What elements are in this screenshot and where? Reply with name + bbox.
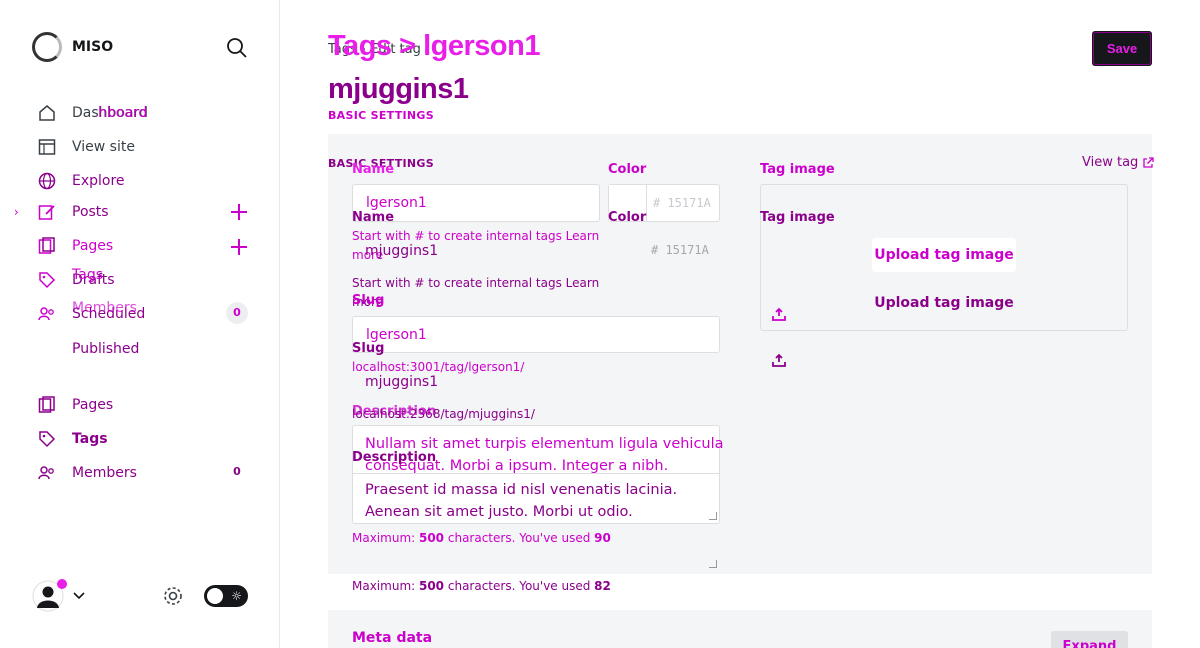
pages-icon [38,396,55,413]
nav-posts-label: Posts [72,204,109,220]
nav-dashboard[interactable]: Dashboard hboard [38,102,148,124]
search-icon[interactable] [226,37,248,59]
meta-data-title: Meta data [352,630,433,646]
globe-icon [38,172,56,190]
upload-tag-image-button-ghost[interactable]: Upload tag image [872,238,1016,272]
upload-icon[interactable] [771,352,787,368]
page-title-ghost: Tags > lgerson1 [328,30,540,62]
members-count-badge: 0 [226,302,248,324]
view-tag-link[interactable]: View tag [1082,155,1154,170]
resize-handle-icon[interactable] [709,560,717,568]
nav-drafts-label: Tags Drafts [72,267,115,288]
browser-icon [38,139,56,155]
description-label: Description [352,450,437,465]
nav-explore-label: Explore [72,173,125,189]
avatar [32,579,67,612]
members-count: 0 [233,465,241,478]
sun-icon: ☼ [231,589,242,603]
color-label: Color [608,210,647,225]
nav-explore[interactable]: Explore [38,170,125,192]
toggle-knob [207,588,223,604]
color-hex[interactable]: # 15171A [651,243,709,257]
nav-drafts[interactable]: Tags Drafts [38,267,115,291]
expand-button[interactable]: Expand [1051,631,1128,648]
tag-icon [39,431,56,448]
notification-dot [57,579,67,589]
brand[interactable]: MISO [32,32,113,62]
external-link-icon [1143,156,1154,168]
chevron-down-icon[interactable] [72,589,86,603]
tag-icon [39,272,56,289]
upload-tag-image-button[interactable]: Upload tag image [872,286,1016,320]
char-count-ghost: Maximum: 500 characters. You've used 90 [352,531,611,545]
slug-input[interactable]: lgerson1 [352,316,720,353]
slug-label: Slug [352,341,385,356]
nav-tags-label: Tags [72,431,108,447]
name-label: Name [352,210,395,225]
description-line1: Praesent id massa id nisl venenatis laci… [365,482,678,498]
nav-pages-ghost-label: Pages [72,238,114,254]
meta-data-panel [328,610,1152,648]
nav-posts[interactable]: Posts [38,201,109,223]
members-icon [38,466,54,480]
nav-members-label: Members [72,465,137,481]
color-hex-ghost[interactable]: # 15171A [653,196,711,210]
edit-icon [38,205,55,220]
section-label-basic-settings: BASIC SETTINGS [328,109,434,122]
nav-dashboard-label: Dashboard hboard [72,105,148,121]
nav-members[interactable]: Members [38,462,137,484]
site-name: MISO [72,39,114,55]
members-icon [38,307,54,321]
page-title: mjuggins1 [328,73,469,105]
name-value[interactable]: mjuggins1 [365,243,438,259]
new-page-plus-icon[interactable] [229,237,249,257]
tag-image-label: Tag image [760,210,835,225]
new-post-plus-icon[interactable] [229,202,249,222]
pages-icon [38,237,55,254]
chevron-right-icon[interactable]: › [14,205,19,219]
tag-image-label-ghost: Tag image [760,162,835,177]
slug-label-ghost: Slug [352,293,385,308]
nav-published[interactable]: Published [72,338,139,360]
nav-view-site[interactable]: View site [38,136,135,158]
nav-view-site-label: View site [72,139,135,155]
char-count: Maximum: 500 characters. You've used 82 [352,579,611,593]
slug-url: localhost:2368/tag/mjuggins1/ [352,407,535,421]
resize-handle-icon[interactable] [709,512,717,520]
upload-icon[interactable] [771,306,787,322]
name-label-ghost: Name [352,162,395,177]
nav-pages-ghost[interactable]: Pages [38,235,113,257]
account-menu[interactable] [32,579,86,612]
description-line2: Aenean sit amet justo. Morbi ut odio. [365,504,633,520]
save-button[interactable]: Save [1092,31,1152,66]
site-logo-icon [32,32,62,62]
nav-pages-label: Pages [72,397,114,413]
nav-tags[interactable]: Tags [38,428,108,450]
color-label-ghost: Color [608,162,647,177]
view-tag-label: View tag [1082,155,1139,170]
nav-scheduled[interactable]: Members Scheduled [38,300,146,325]
sidebar: MISO Dashboard hboard View site Explore ›… [0,0,280,648]
name-hint: Start with # to create internal tags Lea… [352,276,600,309]
nav-published-label: Published [72,341,140,357]
gear-icon[interactable] [162,585,184,607]
home-icon [39,105,55,121]
theme-toggle[interactable]: ☼ [204,585,248,607]
slug-value[interactable]: mjuggins1 [365,374,438,390]
nav-scheduled-label: Members Scheduled [72,300,146,322]
nav-pages[interactable]: Pages [38,394,113,416]
